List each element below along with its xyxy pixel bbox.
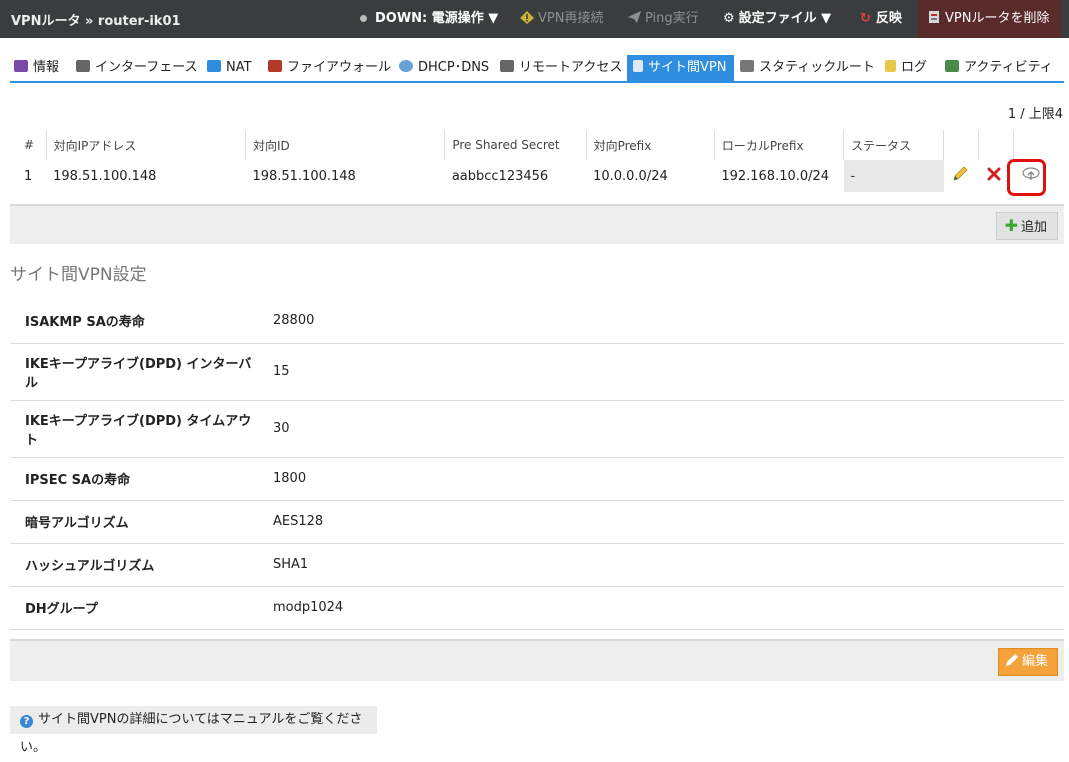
setting-value: 28800 — [258, 298, 1064, 344]
cell-psk: aabbcc123456 — [451, 168, 549, 184]
delete-router-button[interactable]: VPNルータを削除 — [918, 0, 1062, 38]
col-upload — [1013, 130, 1049, 160]
tab-dhcp-dns[interactable]: DHCP･DNS — [399, 55, 489, 81]
pager-count: 1 / 上限4 — [1007, 107, 1063, 122]
setting-value: modp1024 — [258, 586, 1064, 630]
tab-info[interactable]: 情報 — [14, 55, 59, 81]
cell-number: 1 — [24, 168, 33, 184]
config-file-menu[interactable]: ⚙ 設定ファイル ▼ — [723, 0, 831, 38]
tab-nat[interactable]: NAT — [207, 55, 252, 81]
setting-value: 1800 — [258, 457, 1064, 501]
tab-bar: 情報 インターフェース NAT ファイアウォール DHCP･DNS リモートアク… — [10, 55, 1064, 83]
power-menu-button[interactable]: DOWN: 電源操作 ▼ — [360, 0, 498, 38]
tab-log[interactable]: ログ — [885, 55, 927, 81]
add-button[interactable]: ✚ 追加 — [995, 212, 1058, 240]
monitor-icon — [76, 60, 90, 72]
pencil-icon — [1005, 654, 1018, 666]
top-bar: VPNルータ » router-ik01 DOWN: 電源操作 ▼ VPN再接続… — [0, 0, 1069, 38]
tab-interface[interactable]: インターフェース — [76, 55, 198, 81]
apply-button[interactable]: ↻ 反映 — [860, 0, 902, 38]
ping-button[interactable]: Ping実行 — [628, 0, 699, 38]
setting-key: IPSEC SAの寿命 — [10, 457, 258, 501]
settings-row: IKEキープアライブ(DPD) インターバル 15 — [10, 343, 1064, 401]
col-peer-id: 対向ID — [244, 130, 445, 160]
page-title: VPNルータ » router-ik01 — [11, 14, 181, 29]
col-peer-ip: 対向IPアドレス — [45, 130, 246, 160]
plus-icon: ✚ — [1004, 216, 1018, 235]
setting-value: AES128 — [258, 500, 1064, 544]
highlight-box — [1007, 159, 1046, 196]
help-icon: ? — [20, 715, 33, 728]
col-local-prefix: ローカルPrefix — [713, 130, 844, 160]
server-icon — [633, 60, 643, 72]
setting-key: IKEキープアライブ(DPD) タイムアウト — [10, 400, 258, 458]
document-icon — [885, 60, 896, 72]
firewall-icon — [268, 60, 282, 72]
tab-activity[interactable]: アクティビティ — [945, 55, 1053, 81]
settings-row: 暗号アルゴリズム AES128 — [10, 500, 1064, 544]
tab-static-route[interactable]: スタティックルート — [740, 55, 875, 81]
edit-settings-button[interactable]: 編集 — [997, 648, 1058, 676]
tab-site-vpn[interactable]: サイト間VPN — [627, 55, 735, 81]
pencil-icon — [953, 166, 968, 181]
cell-peer-id: 198.51.100.148 — [252, 168, 356, 184]
refresh-icon: ↻ — [860, 11, 871, 26]
setting-key: IKEキープアライブ(DPD) インターバル — [10, 343, 258, 401]
router-delete-icon — [929, 11, 939, 23]
nat-icon — [207, 60, 221, 72]
tab-remote-access[interactable]: リモートアクセス — [500, 55, 622, 81]
section-title: サイト間VPN設定 — [10, 265, 147, 285]
setting-value: 30 — [258, 400, 1064, 458]
setting-key: DHグループ — [10, 586, 258, 630]
setting-value: 15 — [258, 343, 1064, 401]
remote-pc-icon — [500, 60, 514, 72]
edit-row-button[interactable] — [944, 160, 979, 192]
cell-peer-prefix: 10.0.0.0/24 — [593, 168, 668, 184]
settings-row: IKEキープアライブ(DPD) タイムアウト 30 — [10, 400, 1064, 458]
table-row: 1 198.51.100.148 198.51.100.148 aabbcc12… — [10, 160, 1049, 192]
setting-key: 暗号アルゴリズム — [10, 500, 258, 544]
table-header-row: # 対向IPアドレス 対向ID Pre Shared Secret 対向Pref… — [10, 130, 1049, 160]
status-dot-icon — [360, 15, 367, 22]
table-actions-bar: ✚ 追加 — [10, 204, 1064, 244]
route-icon — [740, 60, 754, 72]
settings-row: ハッシュアルゴリズム SHA1 — [10, 543, 1064, 587]
cell-status: - — [843, 160, 944, 192]
settings-row: ISAKMP SAの寿命 28800 — [10, 298, 1064, 344]
info-icon — [14, 60, 28, 72]
paper-plane-icon — [628, 11, 641, 23]
cell-local-prefix: 192.168.10.0/24 — [721, 168, 830, 184]
setting-key: ISAKMP SAの寿命 — [10, 298, 258, 344]
settings-actions-bar: 編集 — [10, 639, 1064, 681]
delete-x-icon — [987, 167, 1001, 181]
help-note: ? サイト間VPNの詳細についてはマニュアルをご覧ください。 — [10, 706, 377, 755]
col-number: # — [24, 138, 35, 152]
col-delete — [978, 130, 1014, 160]
setting-key: ハッシュアルゴリズム — [10, 543, 258, 587]
cell-peer-ip: 198.51.100.148 — [53, 168, 157, 184]
network-icon — [399, 60, 413, 72]
vpn-reconnect-button[interactable]: VPN再接続 — [520, 0, 603, 38]
col-status: ステータス — [843, 130, 944, 160]
settings-row: IPSEC SAの寿命 1800 — [10, 457, 1064, 501]
settings-row: DHグループ modp1024 — [10, 586, 1064, 630]
col-psk: Pre Shared Secret — [444, 130, 587, 160]
tab-firewall[interactable]: ファイアウォール — [268, 55, 391, 81]
activity-monitor-icon — [945, 60, 959, 72]
gear-icon: ⚙ — [723, 11, 735, 26]
vpn-table: # 対向IPアドレス 対向ID Pre Shared Secret 対向Pref… — [10, 130, 1049, 192]
col-edit — [943, 130, 979, 160]
setting-value: SHA1 — [258, 543, 1064, 587]
col-peer-prefix: 対向Prefix — [585, 130, 715, 160]
warning-icon — [520, 11, 534, 24]
vpn-settings-table: ISAKMP SAの寿命 28800 IKEキープアライブ(DPD) インターバル… — [10, 298, 1064, 630]
